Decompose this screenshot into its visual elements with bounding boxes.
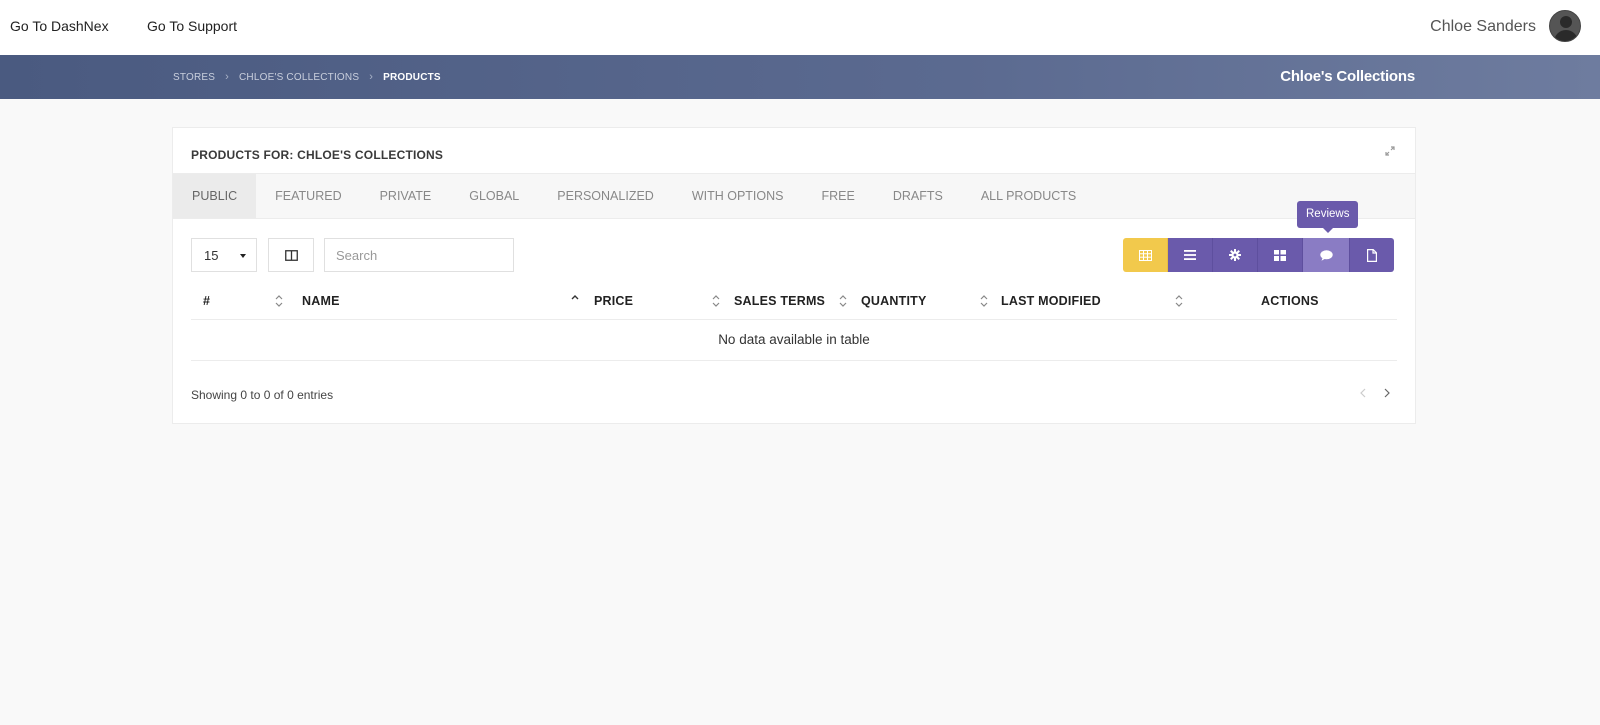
expand-icon[interactable] (1385, 146, 1395, 156)
sort-icon[interactable] (839, 294, 847, 308)
tab-with-options[interactable]: WITH OPTIONS (673, 174, 803, 218)
breadcrumb-store[interactable]: CHLOE'S COLLECTIONS (239, 72, 359, 83)
column-header-index[interactable]: # (203, 294, 210, 308)
view-button-group (1123, 238, 1394, 272)
gear-icon (1229, 249, 1241, 261)
reviews-button[interactable] (1303, 238, 1350, 272)
column-header-last-modified[interactable]: LAST MODIFIED (1001, 294, 1101, 308)
store-title: Chloe's Collections (1280, 68, 1415, 85)
sort-icon[interactable] (712, 294, 720, 308)
previous-page-icon[interactable] (1357, 386, 1369, 400)
breadcrumb: STORES › CHLOE'S COLLECTIONS › PRODUCTS (173, 71, 441, 83)
sort-icon[interactable] (1175, 294, 1183, 308)
breadcrumb-products: PRODUCTS (383, 71, 441, 83)
list-icon (1184, 250, 1196, 260)
caret-down-icon (240, 254, 246, 258)
page-length-value: 15 (204, 248, 219, 263)
file-icon (1367, 248, 1377, 262)
page-length-select[interactable]: 15 (191, 238, 257, 272)
chevron-right-icon: › (369, 71, 374, 83)
next-page-icon[interactable] (1381, 386, 1393, 400)
column-header-name[interactable]: NAME (302, 294, 340, 308)
breadcrumb-stores[interactable]: STORES (173, 72, 215, 83)
table-info: Showing 0 to 0 of 0 entries (191, 388, 334, 402)
page-header: STORES › CHLOE'S COLLECTIONS › PRODUCTS … (0, 55, 1600, 99)
search-input[interactable] (324, 238, 514, 272)
column-visibility-button[interactable] (268, 238, 314, 272)
chevron-right-icon: › (225, 71, 230, 83)
document-button[interactable] (1350, 238, 1394, 272)
card-title: PRODUCTS FOR: CHLOE'S COLLECTIONS (191, 148, 444, 162)
product-tabs: PUBLIC FEATURED PRIVATE GLOBAL PERSONALI… (173, 173, 1415, 219)
column-header-actions: ACTIONS (1261, 294, 1319, 308)
columns-icon (285, 250, 298, 261)
table-header: # NAME PRICE SALES TERMS QUANTITY LAST M… (191, 285, 1397, 320)
grid-icon (1274, 249, 1286, 261)
tab-global[interactable]: GLOBAL (450, 174, 538, 218)
tab-free[interactable]: FREE (803, 174, 874, 218)
settings-button[interactable] (1213, 238, 1258, 272)
top-bar: Go To DashNex Go To Support Chloe Sander… (0, 0, 1600, 55)
table-view-button[interactable] (1123, 238, 1168, 272)
tab-personalized[interactable]: PERSONALIZED (538, 174, 673, 218)
column-header-quantity[interactable]: QUANTITY (861, 294, 927, 308)
column-header-sales-terms[interactable]: SALES TERMS (734, 294, 825, 308)
grid-view-button[interactable] (1258, 238, 1303, 272)
tab-private[interactable]: PRIVATE (361, 174, 451, 218)
tab-all-products[interactable]: ALL PRODUCTS (962, 174, 1095, 218)
column-header-price[interactable]: PRICE (594, 294, 633, 308)
table-icon (1138, 249, 1152, 261)
user-name[interactable]: Chloe Sanders (1430, 18, 1536, 36)
sort-asc-icon[interactable] (571, 294, 579, 308)
tab-featured[interactable]: FEATURED (256, 174, 360, 218)
avatar[interactable] (1549, 10, 1581, 42)
products-card: PRODUCTS FOR: CHLOE'S COLLECTIONS PUBLIC… (172, 127, 1416, 424)
tab-drafts[interactable]: DRAFTS (874, 174, 962, 218)
go-to-dashnex-link[interactable]: Go To DashNex (10, 18, 109, 34)
go-to-support-link[interactable]: Go To Support (147, 18, 237, 34)
tab-public[interactable]: PUBLIC (173, 174, 257, 218)
list-view-button[interactable] (1168, 238, 1213, 272)
sort-icon[interactable] (980, 294, 988, 308)
reviews-tooltip: Reviews (1297, 201, 1359, 233)
table-empty-row: No data available in table (191, 320, 1397, 361)
comment-icon (1319, 249, 1333, 261)
sort-icon[interactable] (275, 294, 283, 308)
